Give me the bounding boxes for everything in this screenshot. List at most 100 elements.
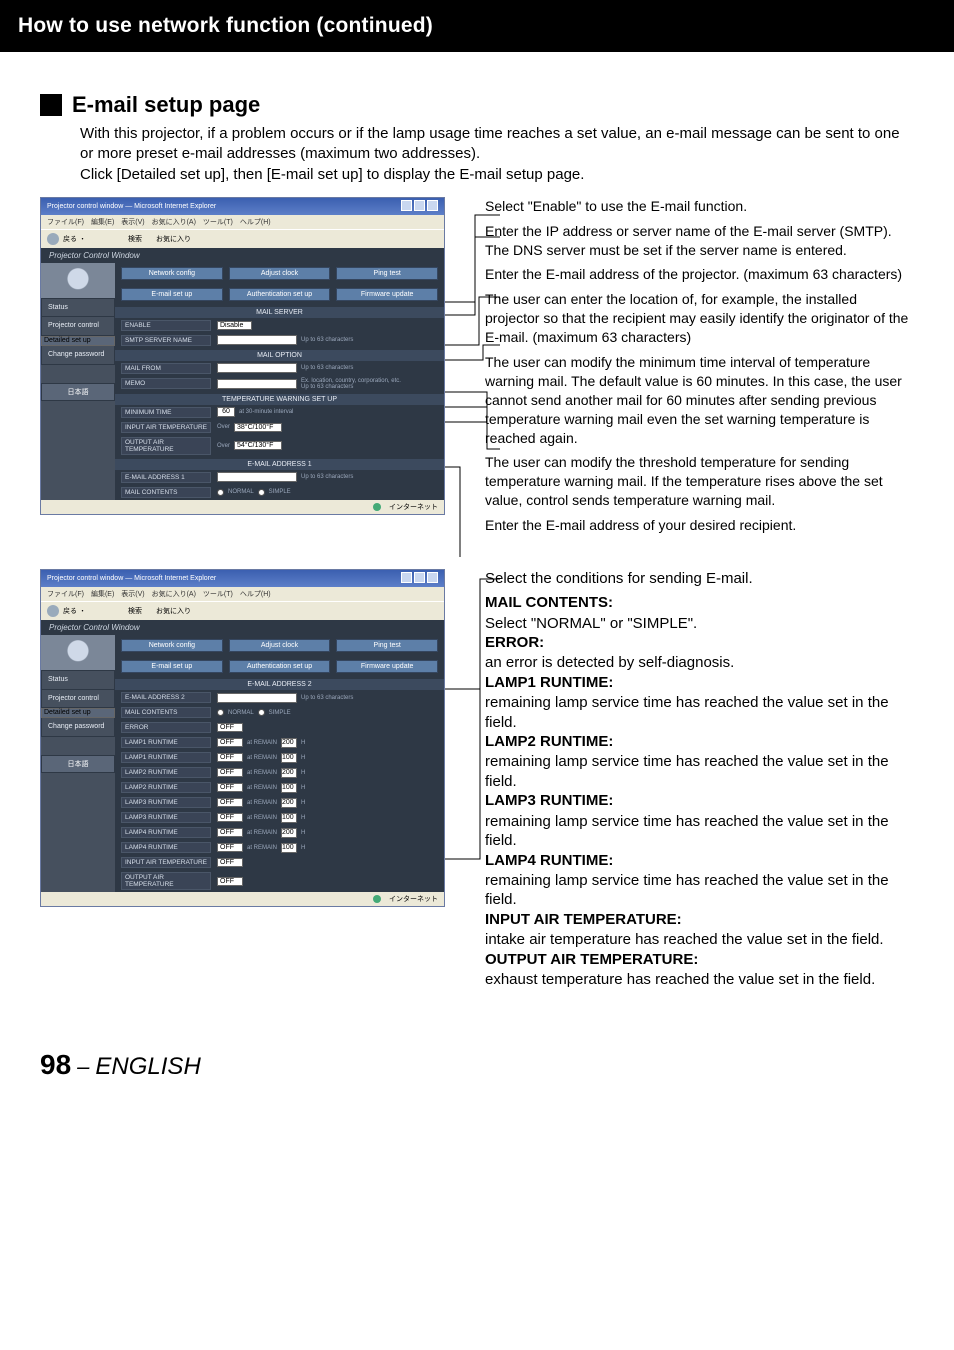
sidebar2-change-password[interactable]: Change password xyxy=(41,718,115,737)
tab-network-config[interactable]: Network config xyxy=(121,267,223,280)
sidebar-lang-toggle[interactable]: 日本語 xyxy=(41,383,115,401)
label2-email2: E-MAIL ADDRESS 2 xyxy=(121,692,211,703)
select2-error[interactable]: OFF xyxy=(217,723,243,732)
app-logo-icon xyxy=(41,263,115,299)
select-output-air[interactable]: 54°C/130°F xyxy=(234,441,282,450)
callout-1: Select "Enable" to use the E-mail functi… xyxy=(485,197,914,216)
label2-mail-contents: MAIL CONTENTS xyxy=(121,707,211,718)
input-smtp[interactable] xyxy=(217,335,297,345)
input-email1[interactable] xyxy=(217,472,297,482)
tab2-network-config[interactable]: Network config xyxy=(121,639,223,652)
internet-zone-icon-2 xyxy=(373,895,381,903)
tab2-email-setup[interactable]: E-mail set up xyxy=(121,660,223,673)
page-header-title: How to use network function (continued) xyxy=(18,14,936,38)
condition-heading-7: OUTPUT AIR TEMPERATURE: xyxy=(485,950,914,970)
status-text: インターネット xyxy=(389,502,438,512)
page-lang: ENGLISH xyxy=(95,1053,200,1081)
app-title-strip: Projector Control Window xyxy=(41,248,444,263)
callout-4: The user can enter the location of, for … xyxy=(485,290,914,347)
condition-body-2: remaining lamp service time has reached … xyxy=(485,693,914,732)
tab-auth-setup[interactable]: Authentication set up xyxy=(229,288,331,301)
sidebar2-detailed-setup[interactable]: Detailed set up xyxy=(41,708,115,718)
tab2-adjust-clock[interactable]: Adjust clock xyxy=(229,639,331,652)
back-icon[interactable] xyxy=(47,233,59,245)
sidebar2-projector-control[interactable]: Projector control xyxy=(41,690,115,709)
hint-mail-from: Up to 63 characters xyxy=(301,365,353,371)
browser-statusbar: インターネット xyxy=(41,500,444,514)
section-bullet-icon xyxy=(40,94,62,116)
condition-body-6: intake air temperature has reached the v… xyxy=(485,930,914,950)
label-memo: MEMO xyxy=(121,378,211,389)
callout-6: The user can modify the threshold temper… xyxy=(485,453,914,510)
hint-memo: Ex. location, country, corporation, etc.… xyxy=(301,378,401,390)
radio-normal[interactable] xyxy=(217,489,224,496)
hint-smtp: Up to 63 characters xyxy=(301,337,353,343)
label2-error: ERROR xyxy=(121,722,211,733)
back-icon-2[interactable] xyxy=(47,605,59,617)
radio-simple[interactable] xyxy=(258,489,265,496)
condition-heading-3: LAMP2 RUNTIME: xyxy=(485,732,914,752)
browser2-menubar[interactable]: ファイル(F) 編集(E) 表示(V) お気に入り(A) ツール(T) ヘルプ(… xyxy=(41,587,444,601)
label-min-time: MINIMUM TIME xyxy=(121,407,211,418)
callout-5: The user can modify the minimum time int… xyxy=(485,353,914,447)
condition-body-7: exhaust temperature has reached the valu… xyxy=(485,970,914,990)
radio2-simple[interactable] xyxy=(258,709,265,716)
browser-menubar[interactable]: ファイル(F) 編集(E) 表示(V) お気に入り(A) ツール(T) ヘルプ(… xyxy=(41,215,444,229)
page-dash: – xyxy=(77,1054,89,1080)
select-enable[interactable]: Disable xyxy=(217,321,252,330)
tab-adjust-clock[interactable]: Adjust clock xyxy=(229,267,331,280)
label-mail-contents: MAIL CONTENTS xyxy=(121,487,211,498)
hint-min-time: at 30-minute interval xyxy=(239,409,293,415)
panel-mail-server: MAIL SERVER xyxy=(115,307,444,318)
browser2-toolbar[interactable]: 戻る ・ 検索 お気に入り xyxy=(41,601,444,620)
tab-email-setup[interactable]: E-mail set up xyxy=(121,288,223,301)
sidebar-item-change-password[interactable]: Change password xyxy=(41,346,115,365)
tab-firmware-update[interactable]: Firmware update xyxy=(336,288,438,301)
section-title: E-mail setup page xyxy=(72,92,260,118)
input2-email2[interactable] xyxy=(217,693,297,703)
sidebar-item-status[interactable]: Status xyxy=(41,299,115,318)
select-input-air[interactable]: 38°C/100°F xyxy=(234,423,282,432)
condition-body-3: remaining lamp service time has reached … xyxy=(485,752,914,791)
browser-titlebar: Projector control window — Microsoft Int… xyxy=(41,198,444,215)
panel-email-addr1: E-MAIL ADDRESS 1 xyxy=(115,459,444,470)
condition-heading-2: LAMP1 RUNTIME: xyxy=(485,673,914,693)
condition-heading-5: LAMP4 RUNTIME: xyxy=(485,851,914,871)
sidebar2-status[interactable]: Status xyxy=(41,671,115,690)
panel-mail-option: MAIL OPTION xyxy=(115,350,444,361)
browser-title: Projector control window — Microsoft Int… xyxy=(47,203,216,210)
callout-2: Enter the IP address or server name of t… xyxy=(485,222,914,260)
condition-heading-1: ERROR: xyxy=(485,633,914,653)
sidebar-item-projector-control[interactable]: Projector control xyxy=(41,317,115,336)
app-title-strip-2: Projector Control Window xyxy=(41,620,444,635)
browser-toolbar[interactable]: 戻る ・ 検索 お気に入り xyxy=(41,229,444,248)
app-sidebar-2: Status Projector control Detailed set up… xyxy=(41,635,115,892)
page-number: 98 xyxy=(40,1049,71,1081)
page-header: How to use network function (continued) xyxy=(0,0,954,70)
callout-3: Enter the E-mail address of the projecto… xyxy=(485,265,914,284)
input-mail-from[interactable] xyxy=(217,363,297,373)
sidebar2-lang[interactable]: 日本語 xyxy=(41,755,115,773)
tab2-auth-setup[interactable]: Authentication set up xyxy=(229,660,331,673)
condition-body-5: remaining lamp service time has reached … xyxy=(485,871,914,910)
condition-heading-4: LAMP3 RUNTIME: xyxy=(485,791,914,811)
browser2-title: Projector control window — Microsoft Int… xyxy=(47,575,216,582)
label-output-air: OUTPUT AIR TEMPERATURE xyxy=(121,437,211,455)
label-email1: E-MAIL ADDRESS 1 xyxy=(121,472,211,483)
input-memo[interactable] xyxy=(217,379,297,389)
window-buttons[interactable] xyxy=(399,200,438,213)
input-min-time[interactable]: 60 xyxy=(217,407,235,417)
browser2-statusbar: インターネット xyxy=(41,892,444,906)
label-smtp: SMTP SERVER NAME xyxy=(121,335,211,346)
label-enable: ENABLE xyxy=(121,320,211,331)
window-buttons-2[interactable] xyxy=(399,572,438,585)
label-input-air: INPUT AIR TEMPERATURE xyxy=(121,422,211,433)
tab2-ping-test[interactable]: Ping test xyxy=(336,639,438,652)
sidebar-item-detailed-setup[interactable]: Detailed set up xyxy=(41,336,115,346)
browser-window-1: Projector control window — Microsoft Int… xyxy=(40,197,445,515)
radio2-normal[interactable] xyxy=(217,709,224,716)
page-footer: 98 – ENGLISH xyxy=(40,1049,914,1081)
label-mail-from: MAIL FROM xyxy=(121,363,211,374)
tab2-firmware-update[interactable]: Firmware update xyxy=(336,660,438,673)
tab-ping-test[interactable]: Ping test xyxy=(336,267,438,280)
